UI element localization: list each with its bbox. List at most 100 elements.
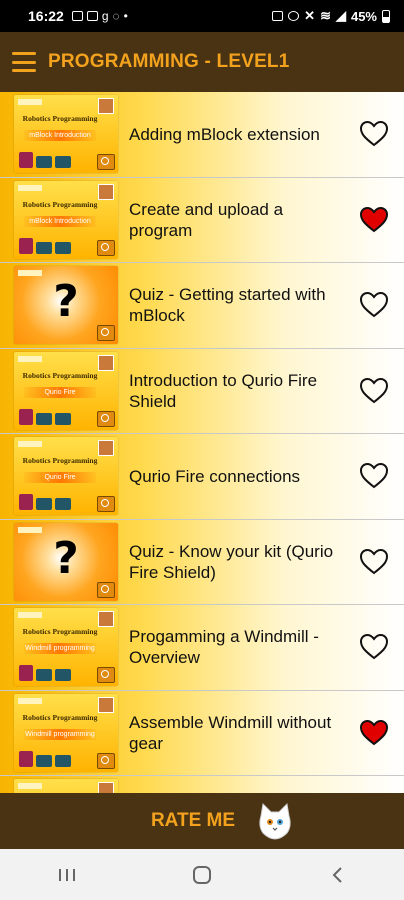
facebook-icon <box>86 11 98 21</box>
thumb-heading: Robotics Programming <box>22 627 98 636</box>
lesson-row[interactable]: Robotics Programming Windmill programming… <box>0 690 404 776</box>
lesson-thumbnail: Robotics Programming Qurio Fire <box>14 351 118 430</box>
lesson-title: Introduction to Qurio Fire Shield <box>129 370 318 411</box>
favorite-heart-outline-icon[interactable] <box>358 631 390 661</box>
magnifier-icon <box>97 581 115 598</box>
footer-bar: RATE ME <box>0 793 404 849</box>
favorite-heart-outline-icon[interactable] <box>358 460 390 490</box>
presenter-photo <box>98 611 114 627</box>
lesson-row[interactable]: ? Quiz - Getting started with mBlock <box>0 263 404 349</box>
lesson-title: Create and upload a program <box>129 199 284 240</box>
favorite-heart-filled-icon[interactable] <box>358 717 390 747</box>
lesson-row[interactable]: Robotics Programming Qurio Fire Introducti… <box>0 348 404 434</box>
battery-percent: 45% <box>350 8 377 24</box>
lesson-title <box>129 776 349 793</box>
alarm-icon <box>288 11 300 21</box>
lesson-thumbnail: Robotics Programming mBlock Introduction <box>14 180 118 259</box>
lesson-title: Quiz - Getting started with mBlock <box>129 285 326 325</box>
thumb-heading: Robotics Programming <box>22 712 98 722</box>
signal-icon: ◢ <box>335 8 346 23</box>
home-icon[interactable] <box>172 855 232 895</box>
thumb-heading: Robotics Programming <box>22 114 98 123</box>
rate-me-button[interactable]: RATE ME <box>151 810 235 832</box>
status-bar: 16:22 g ◌ • ✕ ≋ ◢ 45% <box>0 0 404 32</box>
dot-icon: • <box>123 9 128 23</box>
quiz-thumbnail: ? <box>14 266 118 344</box>
magnifier-icon <box>97 752 115 769</box>
thumb-subtitle: Windmill programming <box>24 728 96 740</box>
lesson-title: Assemble Windmill without gear <box>129 712 332 753</box>
thumb-subtitle: Qurio Fire <box>24 472 96 483</box>
thumb-author-tag <box>18 697 42 704</box>
status-right: ✕ ≋ ◢ 45% <box>272 0 390 32</box>
lesson-row[interactable]: Robotics Programming Qurio Fire Qurio Fire… <box>0 434 404 520</box>
thumb-author-tag <box>18 441 42 447</box>
hamburger-menu-icon[interactable] <box>12 52 36 72</box>
cat-mascot-icon[interactable] <box>257 802 293 840</box>
thumb-subtitle: mBlock Introduction <box>24 215 96 227</box>
robot-kit-icons <box>19 408 95 425</box>
question-mark-icon: ? <box>53 276 79 327</box>
favorite-heart-outline-icon[interactable] <box>358 289 390 319</box>
recents-icon[interactable] <box>37 855 97 895</box>
lesson-row[interactable]: Robotics Programming mBlock Introduction A… <box>0 92 404 178</box>
lesson-thumbnail: Robotics Programming <box>14 779 118 793</box>
g-icon: g <box>101 9 109 23</box>
lesson-row[interactable]: Robotics Programming Windmill programming… <box>0 605 404 691</box>
system-nav-bar <box>0 849 404 900</box>
robot-kit-icons <box>19 237 95 254</box>
robot-kit-icons <box>19 494 95 510</box>
presenter-photo <box>98 354 114 371</box>
lesson-thumbnail: Robotics Programming Windmill programming <box>14 693 118 772</box>
wifi-icon: ≋ <box>320 8 331 23</box>
back-icon[interactable] <box>307 855 367 895</box>
page-title: PROGRAMMING - LEVEL1 <box>48 51 290 72</box>
app-bar: PROGRAMMING - LEVEL1 <box>0 32 404 92</box>
thumb-author-tag <box>18 783 42 789</box>
robot-kit-icons <box>19 750 95 767</box>
magnifier-icon <box>97 410 115 427</box>
battery-icon <box>382 9 390 23</box>
magnifier-icon <box>97 496 115 512</box>
mute-icon: ✕ <box>304 8 316 23</box>
notification-icons: g ◌ • <box>71 9 128 23</box>
lesson-row[interactable]: ? Quiz - Know your kit (Qurio Fire Shield… <box>0 519 404 605</box>
lesson-thumbnail: Robotics Programming Windmill programming <box>14 608 118 686</box>
thumb-author-tag <box>18 612 42 618</box>
thumb-heading: Robotics Programming <box>22 370 98 380</box>
thumb-heading: Robotics Programming <box>22 456 98 465</box>
thumb-author-tag <box>18 99 42 105</box>
magnifier-icon <box>97 325 115 341</box>
thumb-subtitle: mBlock Introduction <box>24 130 96 141</box>
robot-kit-icons <box>19 665 95 681</box>
lesson-title: Qurio Fire connections <box>129 466 301 486</box>
thumb-subtitle: Windmill programming <box>24 643 96 654</box>
magnifier-icon <box>97 667 115 683</box>
whatsapp-icon: ◌ <box>112 9 120 23</box>
favorite-heart-outline-icon[interactable] <box>358 375 390 405</box>
lock-icon <box>272 11 284 21</box>
lesson-row[interactable]: Robotics Programming <box>0 776 404 793</box>
favorite-heart-outline-icon[interactable] <box>358 118 390 148</box>
lesson-thumbnail: Robotics Programming mBlock Introduction <box>14 95 118 173</box>
quiz-thumbnail: ? <box>14 522 118 601</box>
presenter-photo <box>98 782 114 793</box>
favorite-heart-filled-icon[interactable] <box>358 204 390 234</box>
presenter-photo <box>98 696 114 713</box>
lesson-thumbnail: Robotics Programming Qurio Fire <box>14 437 118 515</box>
status-time: 16:22 <box>28 8 64 24</box>
presenter-photo <box>98 98 114 114</box>
lesson-title: Quiz - Know your kit (Qurio Fire Shield) <box>129 541 334 582</box>
thumb-author-tag <box>18 184 42 191</box>
magnifier-icon <box>97 154 115 170</box>
question-mark-icon: ? <box>53 532 79 584</box>
presenter-photo <box>98 440 114 456</box>
thumb-author-tag <box>18 355 42 362</box>
thumb-subtitle: Qurio Fire <box>24 386 96 398</box>
presenter-photo <box>98 183 114 200</box>
lesson-list[interactable]: Robotics Programming mBlock Introduction A… <box>0 92 404 793</box>
lesson-title: Progamming a Windmill - Overview <box>129 627 319 667</box>
lesson-title: Adding mBlock extension <box>129 124 320 144</box>
lesson-row[interactable]: Robotics Programming mBlock Introduction C… <box>0 177 404 263</box>
favorite-heart-outline-icon[interactable] <box>358 546 390 576</box>
